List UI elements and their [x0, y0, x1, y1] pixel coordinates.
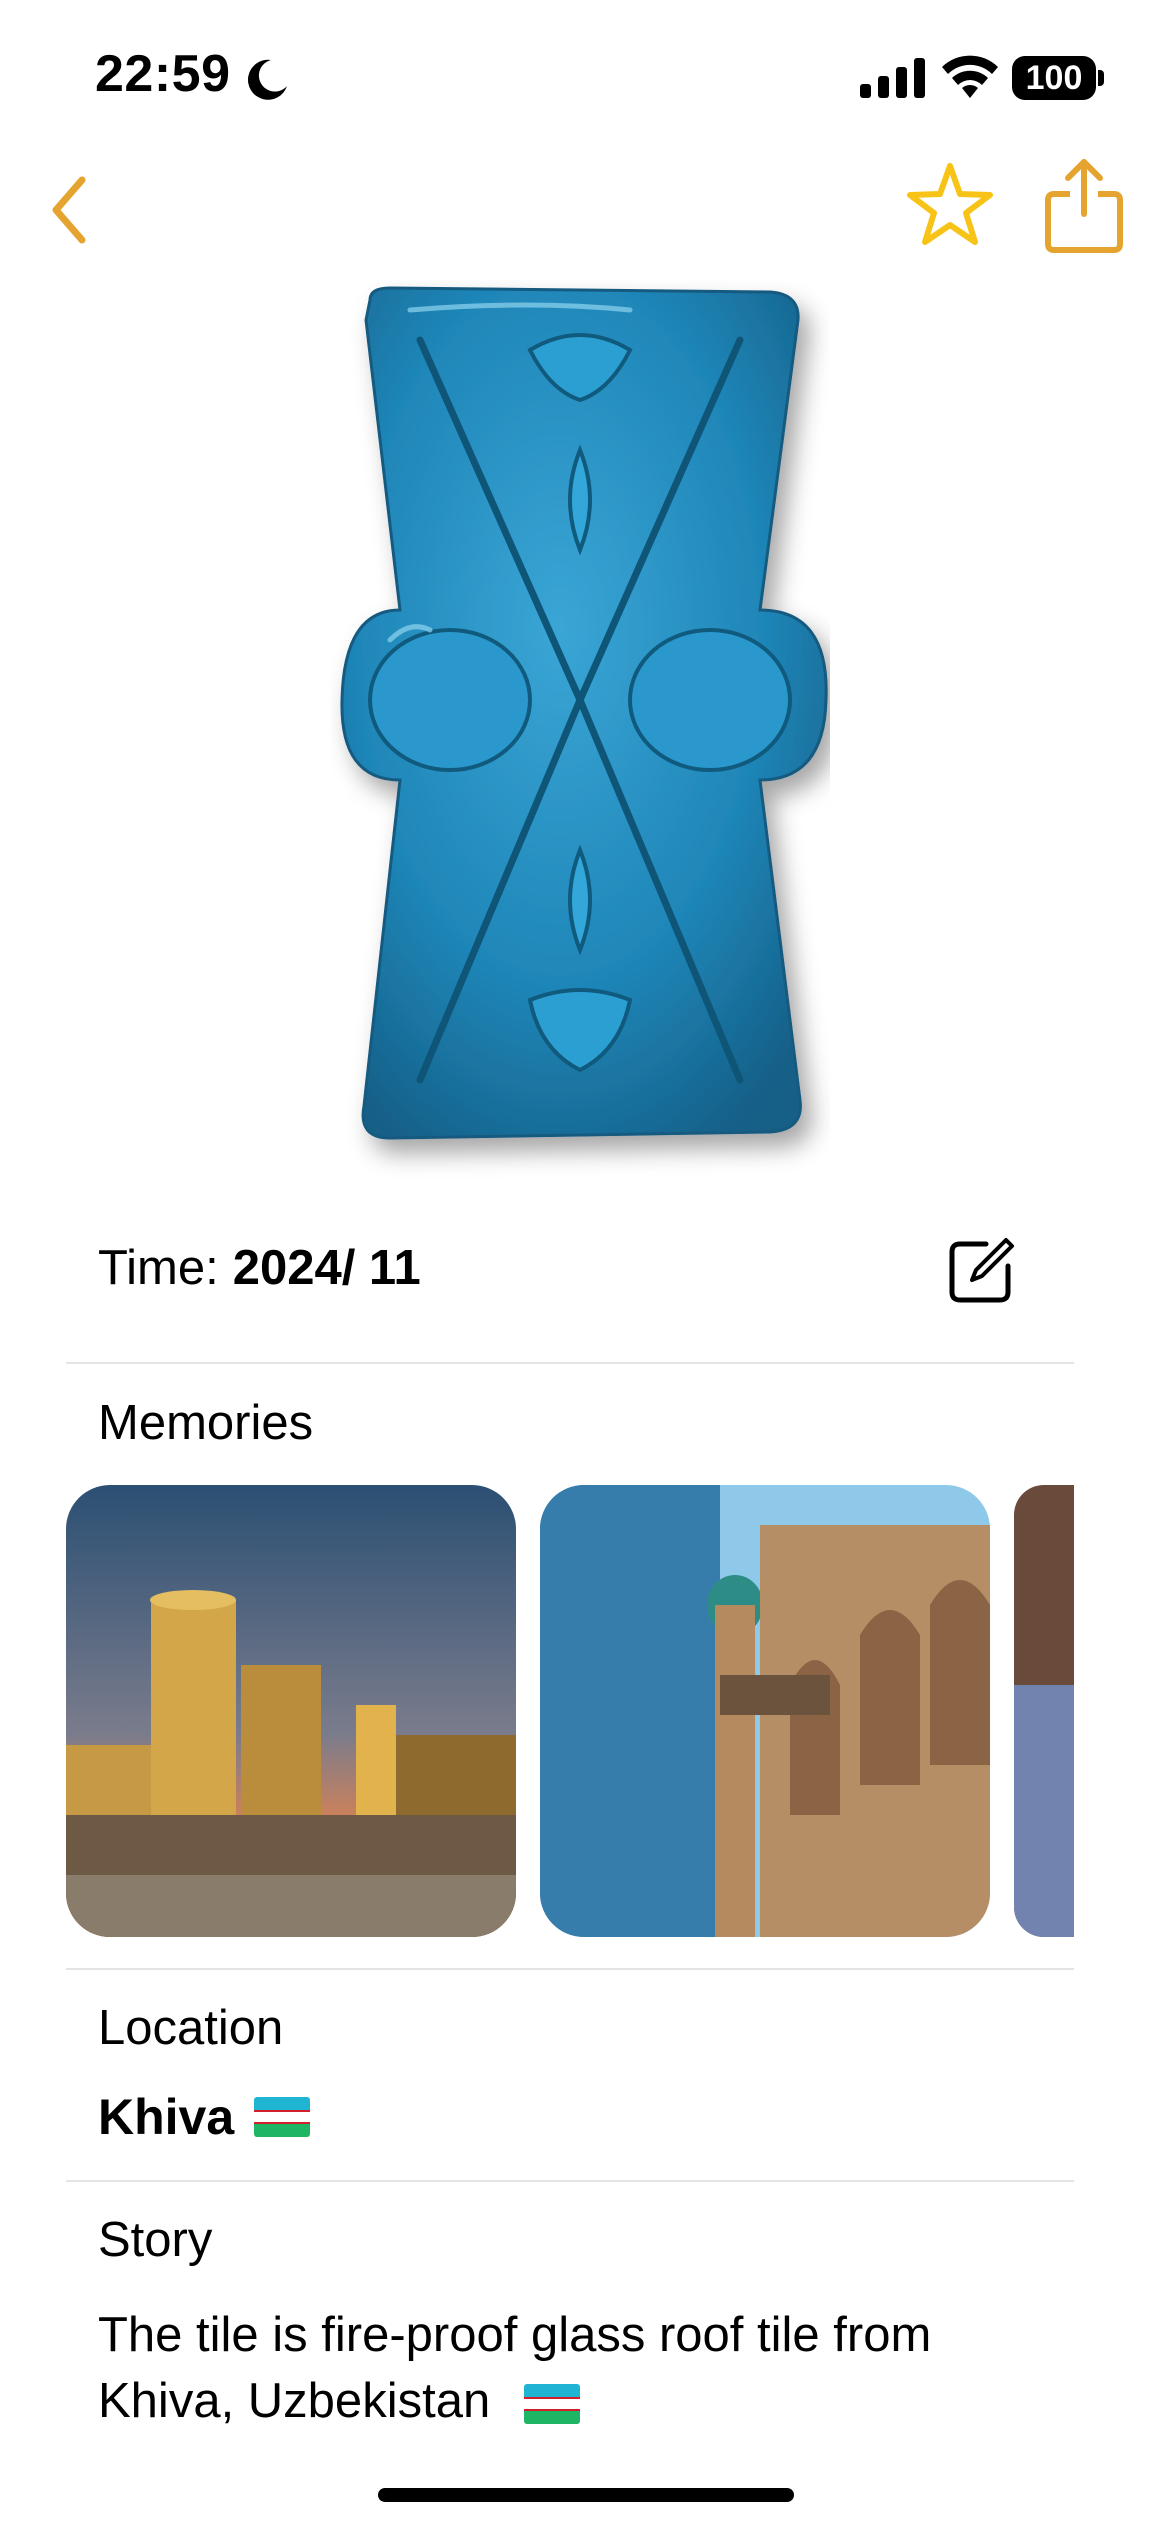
battery-icon: 100	[1012, 56, 1096, 100]
memory-photo[interactable]	[1014, 1485, 1074, 1937]
wifi-icon	[942, 55, 998, 98]
location-value: Khiva	[98, 2088, 311, 2146]
story-body: The tile is fire-proof glass roof tile f…	[98, 2308, 932, 2428]
divider	[66, 1968, 1074, 1970]
memory-photo[interactable]	[66, 1485, 516, 1937]
time-value: 2024/ 11	[232, 1241, 421, 1295]
battery-level: 100	[1025, 58, 1083, 97]
cellular-signal-icon	[860, 58, 925, 98]
uzbekistan-flag-icon	[254, 2097, 311, 2137]
edit-icon[interactable]	[946, 1236, 1016, 1306]
location-name: Khiva	[98, 2089, 235, 2145]
divider	[66, 1362, 1074, 1364]
share-icon[interactable]	[1042, 156, 1126, 256]
time-row: Time: 2024/ 11	[98, 1240, 421, 1296]
memory-photo[interactable]	[540, 1485, 990, 1937]
divider	[66, 2180, 1074, 2182]
story-title: Story	[98, 2213, 213, 2267]
status-time: 22:59	[95, 45, 231, 103]
home-indicator[interactable]	[378, 2488, 794, 2502]
battery-tip	[1098, 70, 1104, 86]
star-icon[interactable]	[904, 158, 996, 250]
time-label: Time:	[98, 1241, 219, 1295]
location-title: Location	[98, 2001, 284, 2055]
chevron-left-icon[interactable]	[42, 170, 102, 250]
uzbekistan-flag-icon	[523, 2384, 580, 2425]
tile-image	[340, 286, 828, 1140]
memories-carousel[interactable]	[66, 1485, 1074, 1937]
story-text: The tile is fire-proof glass roof tile f…	[98, 2302, 1058, 2434]
memories-title: Memories	[98, 1396, 314, 1450]
moon-icon	[247, 59, 287, 100]
